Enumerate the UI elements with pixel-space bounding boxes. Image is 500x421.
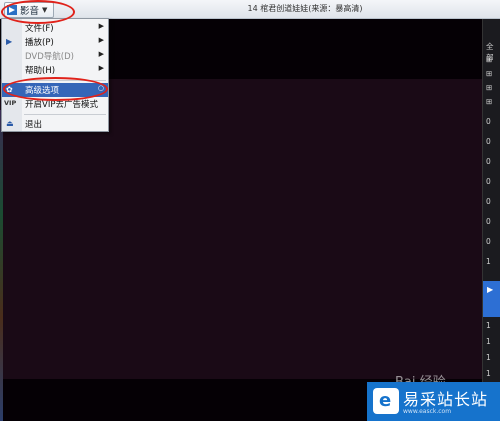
site-logo-url: www.easck.com <box>403 408 452 415</box>
list-item[interactable]: 1 <box>486 337 500 346</box>
player-dropdown-menu: 文件(F) ▶ ▶ 播放(P) ▶ DVD导航(D) ▶ 帮助(H) ▶ ✿ 高… <box>1 18 109 132</box>
play-icon: ▶ <box>6 37 13 46</box>
site-logo-name: 易采站长站 <box>403 390 489 409</box>
menu-item-exit[interactable]: ⏏ 退出 <box>2 117 108 131</box>
left-edge-strip <box>0 110 3 421</box>
menu-item-file[interactable]: 文件(F) ▶ <box>2 21 108 35</box>
menu-item-help[interactable]: 帮助(H) ▶ <box>2 63 108 77</box>
playlist-selected-row[interactable]: ▶ <box>483 281 500 317</box>
list-item[interactable]: 1 <box>486 257 500 266</box>
playlist-expand-icon[interactable]: ⊞ <box>486 83 500 92</box>
menu-item-play[interactable]: ▶ 播放(P) ▶ <box>2 35 108 49</box>
player-window: 影音 ▼ 14 棺君创道娃娃(来源：暴高清) 全部 ⊞ ⊞ ⊞ ⊞ 0 0 0 … <box>0 0 500 421</box>
playlist-panel[interactable]: 全部 ⊞ ⊞ ⊞ ⊞ 0 0 0 0 0 0 0 1 ▶ 1 1 1 1 1 1 <box>482 19 500 421</box>
window-title: 14 棺君创道娃娃(来源：暴高清) <box>247 4 363 13</box>
vip-icon: VIP <box>4 99 17 107</box>
list-item[interactable]: 0 <box>486 157 500 166</box>
list-item[interactable]: 0 <box>486 177 500 186</box>
play-icon: ▶ <box>487 285 494 294</box>
list-item[interactable]: 1 <box>486 353 500 362</box>
playlist-expand-icon[interactable]: ⊞ <box>486 97 500 106</box>
list-item[interactable]: 0 <box>486 197 500 206</box>
annotation-circle-advanced-options <box>3 77 108 101</box>
site-logo-icon: e <box>373 388 399 414</box>
list-item[interactable]: 0 <box>486 137 500 146</box>
title-bar: 影音 ▼ 14 棺君创道娃娃(来源：暴高清) <box>0 0 500 19</box>
list-item[interactable]: 0 <box>486 217 500 226</box>
annotation-circle-player-button <box>1 0 75 24</box>
list-item[interactable]: 1 <box>486 369 500 378</box>
list-item[interactable]: 1 <box>486 321 500 330</box>
list-item[interactable]: 0 <box>486 237 500 246</box>
menu-item-dvd-nav: DVD导航(D) ▶ <box>25 50 104 62</box>
playlist-expand-icon[interactable]: ⊞ <box>486 69 500 78</box>
submenu-arrow-icon: ▶ <box>98 36 104 44</box>
submenu-arrow-icon: ▶ <box>98 22 104 30</box>
playlist-expand-icon[interactable]: ⊞ <box>486 55 500 64</box>
site-logo: e 易采站长站 www.easck.com <box>367 382 500 421</box>
list-item[interactable]: 0 <box>486 117 500 126</box>
exit-icon: ⏏ <box>6 119 14 128</box>
submenu-arrow-icon: ▶ <box>98 64 104 72</box>
submenu-arrow-icon: ▶ <box>98 50 104 58</box>
menu-separator <box>24 114 106 115</box>
